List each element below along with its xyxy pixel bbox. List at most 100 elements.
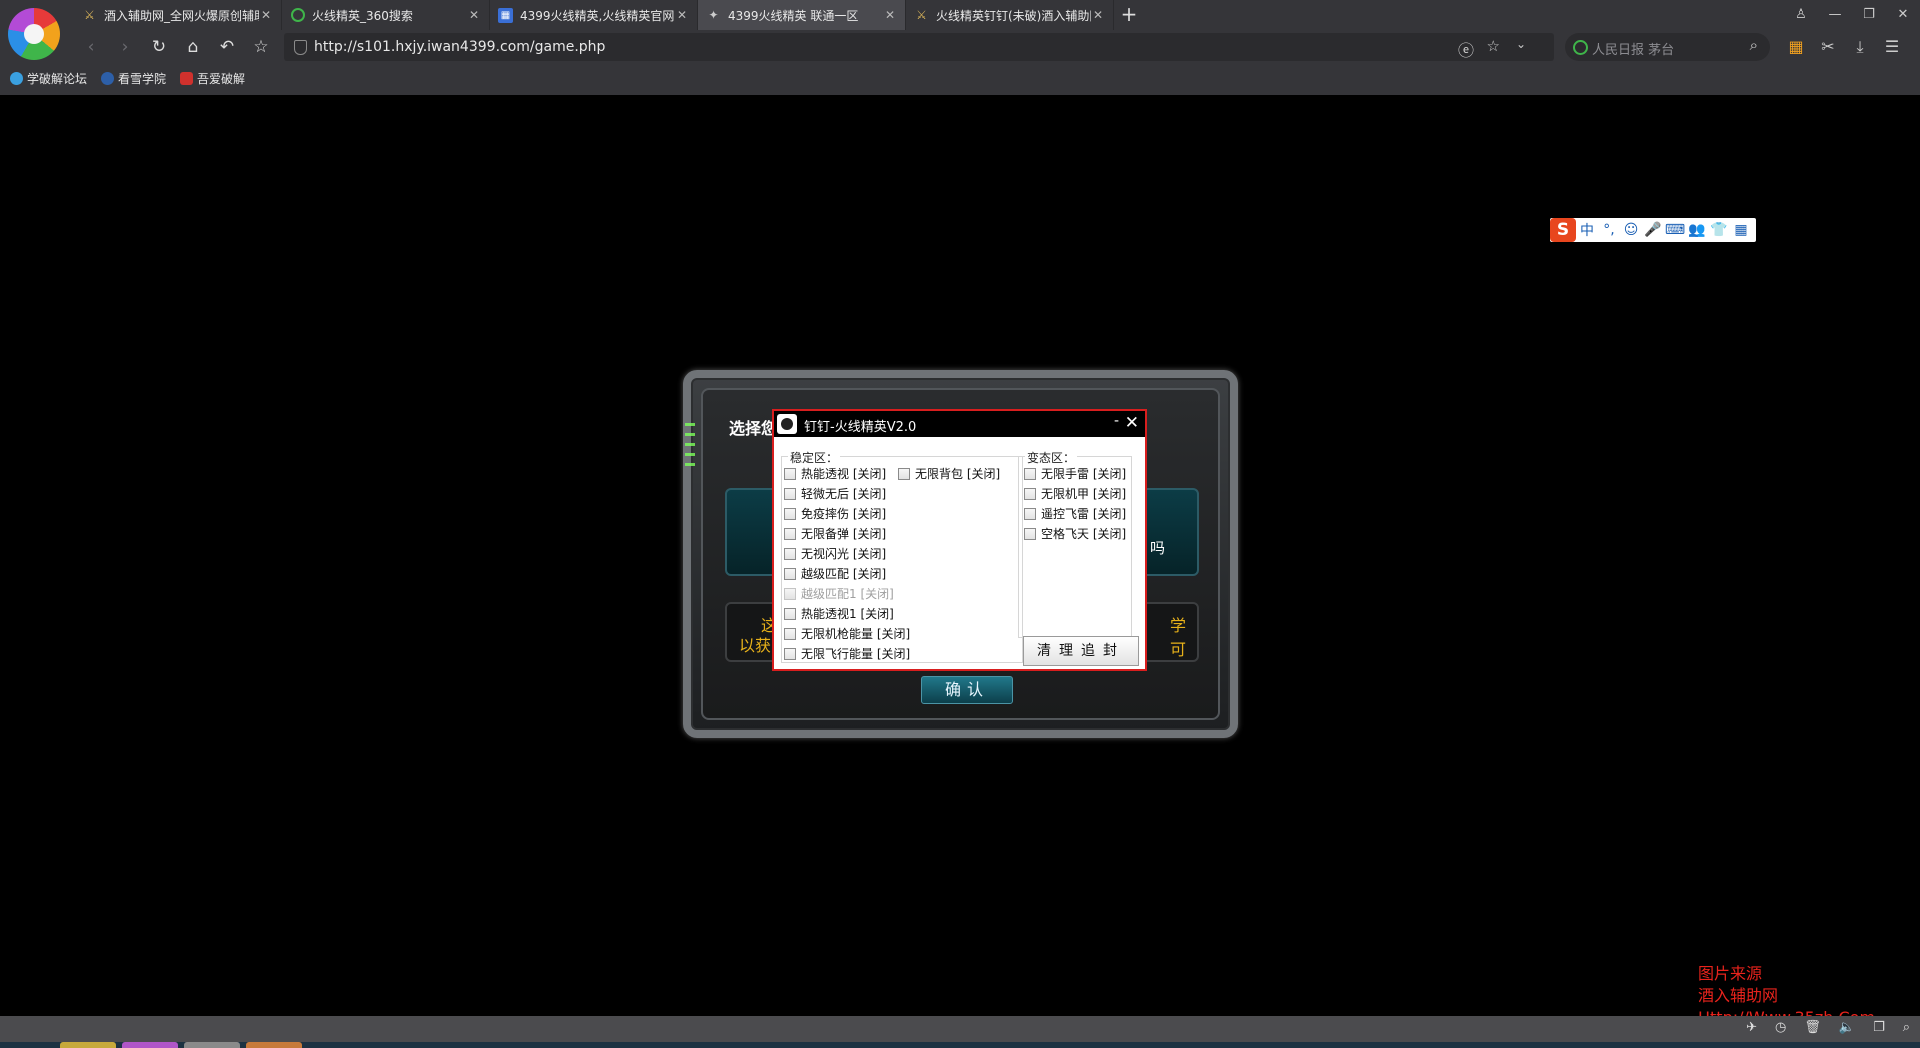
checkbox-box[interactable] [784, 527, 796, 540]
chevron-down-icon[interactable]: ⌄ [1516, 37, 1526, 51]
tool-close-button[interactable]: ✕ [1125, 413, 1139, 433]
checkbox-box[interactable] [784, 647, 796, 660]
new-tab-button[interactable]: + [1114, 0, 1144, 30]
browser-chrome: ⚔ 酒入辅助网_全网火爆原创辅助 ✕ 火线精英_360搜索 ✕ ▦ 4399火线… [0, 0, 1920, 95]
checkbox-ignore-flash[interactable]: 无视闪光 [关闭] [784, 545, 886, 562]
checkbox-skip-match-1: 越级匹配1 [关闭] [784, 585, 894, 602]
checkbox-infinite-fly-energy[interactable]: 无限飞行能量 [关闭] [784, 645, 910, 662]
browser-logo-icon[interactable] [8, 8, 60, 60]
ime-keyboard-icon[interactable]: ⌨ [1664, 222, 1686, 238]
bookmark-item[interactable]: 学破解论坛 [10, 70, 87, 87]
tab-close-icon[interactable]: ✕ [675, 8, 689, 22]
tool-minimize-button[interactable]: - [1114, 413, 1119, 429]
apps-grid-icon[interactable]: ▦ [1780, 33, 1812, 61]
checkbox-infinite-backpack[interactable]: 无限背包 [关闭] [898, 465, 1000, 482]
tab-close-icon[interactable]: ✕ [259, 8, 273, 22]
checkbox-skip-match[interactable]: 越级匹配 [关闭] [784, 565, 886, 582]
tab-close-icon[interactable]: ✕ [883, 8, 897, 22]
skin-icon[interactable]: ♙ [1784, 0, 1818, 30]
tab-5[interactable]: ⚔ 火线精英钉钉(未破)酒入辅助网 ✕ [906, 0, 1114, 30]
ime-voice-icon[interactable]: 🎤 [1642, 222, 1664, 238]
refresh-button[interactable]: ↻ [142, 31, 176, 63]
taskbar-app[interactable] [246, 1042, 302, 1048]
speedup-icon[interactable]: ✈ [1746, 1020, 1757, 1035]
checkbox-box[interactable] [1024, 527, 1036, 540]
download-icon[interactable]: ⤓ [1844, 33, 1876, 61]
checkbox-box[interactable] [784, 467, 796, 480]
checkbox-label: 热能透视 [关闭] [801, 467, 887, 481]
checkbox-infinite-mg-energy[interactable]: 无限机枪能量 [关闭] [784, 625, 910, 642]
tool-titlebar[interactable]: 钉钉-火线精英V2.0 - ✕ [774, 411, 1145, 437]
window-icon[interactable]: ❐ [1873, 1020, 1885, 1035]
checkbox-no-recoil[interactable]: 轻微无后 [关闭] [784, 485, 886, 502]
checkbox-box[interactable] [1024, 487, 1036, 500]
checkbox-box[interactable] [784, 507, 796, 520]
search-icon[interactable]: ⌕ [1750, 36, 1758, 54]
taskbar-app[interactable] [184, 1042, 240, 1048]
volume-icon[interactable]: 🔈 [1839, 1020, 1855, 1035]
clear-tracking-button[interactable]: 清理追封 [1023, 636, 1139, 666]
forward-button[interactable]: › [108, 31, 142, 63]
checkbox-box[interactable] [784, 607, 796, 620]
tab-close-icon[interactable]: ✕ [467, 8, 481, 22]
undo-close-button[interactable]: ↶ [210, 31, 244, 63]
trash-icon[interactable]: 🗑 [1804, 1020, 1821, 1035]
checkbox-remote-mine[interactable]: 遥控飞雷 [关闭] [1024, 505, 1126, 522]
tab-close-icon[interactable]: ✕ [1091, 8, 1105, 22]
minimize-button[interactable]: — [1818, 0, 1852, 30]
clock-icon[interactable]: ◷ [1775, 1020, 1786, 1035]
url-text[interactable]: http://s101.hxjy.iwan4399.com/game.php [314, 39, 605, 55]
sogou-logo-icon[interactable]: S [1550, 218, 1576, 242]
bookmark-item[interactable]: 吾爱破解 [180, 70, 245, 87]
close-window-button[interactable]: ✕ [1886, 0, 1920, 30]
window-controls: ♙ — ❐ ✕ [1784, 0, 1920, 30]
bookmark-item[interactable]: 看雪学院 [101, 70, 166, 87]
home-button[interactable]: ⌂ [176, 31, 210, 63]
taskbar-app[interactable] [60, 1042, 116, 1048]
tab-3[interactable]: ▦ 4399火线精英,火线精英官网,火 ✕ [490, 0, 698, 30]
game-confirm-button[interactable]: 确认 [921, 676, 1013, 704]
restore-button[interactable]: ❐ [1852, 0, 1886, 30]
tab-4[interactable]: ✦ 4399火线精英 联通一区 ✕ [698, 0, 906, 30]
bookmark-star-icon[interactable]: ☆ [1487, 37, 1500, 55]
checkbox-label: 遥控飞雷 [关闭] [1041, 507, 1127, 521]
checkbox-box[interactable] [1024, 467, 1036, 480]
checkbox-thermal-vision[interactable]: 热能透视 [关闭] [784, 465, 886, 482]
checkbox-box[interactable] [784, 487, 796, 500]
address-bar[interactable]: http://s101.hxjy.iwan4399.com/game.php ⓔ… [284, 33, 1554, 61]
knight-icon: ⚔ [916, 8, 927, 22]
checkbox-box[interactable] [1024, 507, 1036, 520]
notice-text-left: 以获 [739, 636, 772, 655]
ime-punctuation-icon[interactable]: °, [1598, 222, 1620, 238]
checkbox-space-fly[interactable]: 空格飞天 [关闭] [1024, 525, 1126, 542]
ime-emoji-icon[interactable]: ☺ [1620, 222, 1642, 238]
scissors-icon[interactable]: ✂ [1812, 33, 1844, 61]
tool-title: 钉钉-火线精英V2.0 [804, 420, 917, 435]
checkbox-thermal-vision-1[interactable]: 热能透视1 [关闭] [784, 605, 894, 622]
checkbox-box [784, 587, 796, 600]
favorite-star-button[interactable]: ☆ [244, 31, 278, 63]
search-box[interactable]: 人民日报 茅台 ⌕ [1565, 33, 1770, 61]
tab-1[interactable]: ⚔ 酒入辅助网_全网火爆原创辅助 ✕ [74, 0, 282, 30]
checkbox-infinite-grenade[interactable]: 无限手雷 [关闭] [1024, 465, 1126, 482]
checkbox-box[interactable] [784, 627, 796, 640]
back-button[interactable]: ‹ [74, 31, 108, 63]
stable-group-label: 稳定区： [788, 449, 841, 466]
ime-skin-icon[interactable]: 👕 [1708, 222, 1730, 238]
zoom-icon[interactable]: ⌕ [1903, 1020, 1910, 1035]
checkbox-box[interactable] [898, 467, 910, 480]
ime-toolbox-icon[interactable]: ▦ [1730, 222, 1752, 238]
checkbox-box[interactable] [784, 547, 796, 560]
checkbox-infinite-ammo[interactable]: 无限备弹 [关闭] [784, 525, 886, 542]
tab-2[interactable]: 火线精英_360搜索 ✕ [282, 0, 490, 30]
checkbox-box[interactable] [784, 567, 796, 580]
menu-icon[interactable]: ☰ [1876, 33, 1908, 61]
tab-title: 4399火线精英 联通一区 [728, 8, 859, 23]
morph-group-label: 变态区： [1025, 449, 1078, 466]
checkbox-no-fall-damage[interactable]: 免疫摔伤 [关闭] [784, 505, 886, 522]
checkbox-infinite-mecha[interactable]: 无限机甲 [关闭] [1024, 485, 1126, 502]
taskbar-app[interactable] [122, 1042, 178, 1048]
ime-user-icon[interactable]: 👥 [1686, 222, 1708, 238]
ie-mode-icon[interactable]: ⓔ [1458, 37, 1474, 61]
ime-chinese-mode[interactable]: 中 [1576, 220, 1598, 240]
